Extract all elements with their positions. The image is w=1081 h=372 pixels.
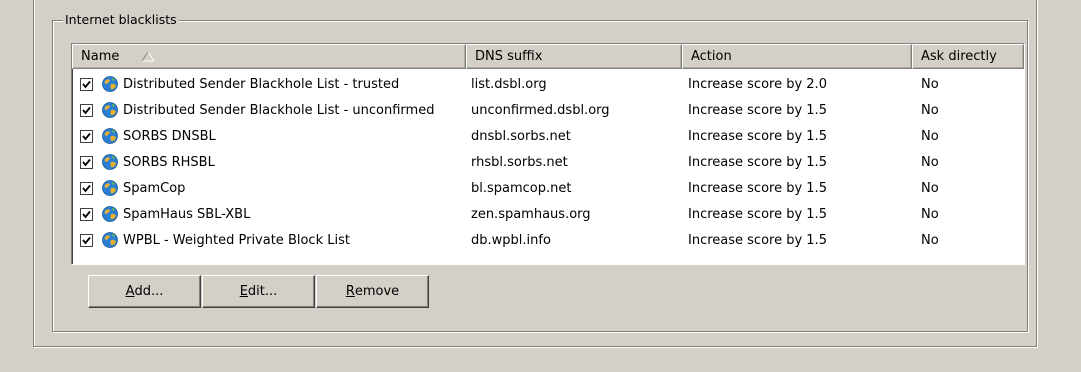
cell-dns-suffix: rhsbl.sorbs.net [471, 154, 568, 170]
checkmark-icon [82, 80, 91, 88]
row-checkbox[interactable] [80, 207, 93, 221]
cell-ask-directly: No [921, 102, 939, 118]
remove-mnemonic: R [345, 284, 355, 299]
table-row[interactable]: SpamCop bl.spamcop.net Increase score by 1… [72, 175, 1024, 201]
checkmark-icon [82, 184, 91, 192]
table-row[interactable]: Distributed Sender Blackhole List - unco… [72, 97, 1024, 123]
row-checkbox[interactable] [80, 103, 93, 117]
cell-name: SpamCop [72, 179, 466, 197]
column-header-label: Name [81, 49, 120, 64]
table-row[interactable]: SpamHaus SBL-XBL zen.spamhaus.org Increase… [72, 201, 1024, 227]
table-row[interactable]: SORBS RHSBL rhsbl.sorbs.net Increase score… [72, 149, 1024, 175]
cell-name: Distributed Sender Blackhole List - unco… [72, 101, 466, 119]
listview-header: Name DNS suffix Action Ask directly [72, 44, 1024, 69]
globe-icon [102, 154, 118, 170]
cell-name: SpamHaus SBL-XBL [72, 205, 466, 223]
cell-name: SORBS DNSBL [72, 127, 466, 145]
cell-action: Increase score by 1.5 [688, 232, 827, 248]
add-button[interactable]: Add... [88, 275, 201, 308]
row-checkbox[interactable] [80, 77, 93, 91]
sort-ascending-icon [141, 51, 155, 62]
remove-label-rest: emove [354, 284, 400, 299]
table-row[interactable]: WPBL - Weighted Private Block List db.wpb… [72, 227, 1024, 253]
globe-icon [102, 232, 118, 248]
globe-icon [102, 102, 118, 118]
listview-rows: Distributed Sender Blackhole List - trus… [72, 69, 1024, 253]
blacklist-listview[interactable]: Name DNS suffix Action Ask directly Dist… [71, 43, 1025, 265]
checkmark-icon [82, 106, 91, 114]
row-name: SORBS RHSBL [123, 154, 215, 170]
column-header-ask-directly[interactable]: Ask directly [912, 44, 1024, 69]
column-header-dns-suffix[interactable]: DNS suffix [466, 44, 682, 69]
cell-name: Distributed Sender Blackhole List - trus… [72, 75, 466, 93]
add-mnemonic: A [125, 284, 135, 299]
column-header-name[interactable]: Name [72, 44, 466, 69]
cell-dns-suffix: db.wpbl.info [471, 232, 551, 248]
cell-dns-suffix: zen.spamhaus.org [471, 206, 591, 222]
row-name: Distributed Sender Blackhole List - unco… [123, 102, 435, 118]
cell-dns-suffix: dnsbl.sorbs.net [471, 128, 571, 144]
cell-action: Increase score by 1.5 [688, 128, 827, 144]
add-label-rest: dd... [134, 284, 164, 299]
cell-dns-suffix: bl.spamcop.net [471, 180, 572, 196]
row-checkbox[interactable] [80, 155, 93, 169]
globe-icon [102, 206, 118, 222]
row-name: Distributed Sender Blackhole List - trus… [123, 76, 400, 92]
globe-icon [102, 180, 118, 196]
cell-ask-directly: No [921, 128, 939, 144]
cell-action: Increase score by 2.0 [688, 76, 827, 92]
cell-ask-directly: No [921, 154, 939, 170]
checkmark-icon [82, 158, 91, 166]
row-checkbox[interactable] [80, 181, 93, 195]
checkmark-icon [82, 132, 91, 140]
cell-name: SORBS RHSBL [72, 153, 466, 171]
cell-action: Increase score by 1.5 [688, 102, 827, 118]
table-row[interactable]: Distributed Sender Blackhole List - trus… [72, 71, 1024, 97]
groupbox-title: Internet blacklists [63, 11, 179, 28]
row-name: SORBS DNSBL [123, 128, 216, 144]
edit-mnemonic: E [239, 284, 248, 299]
row-checkbox[interactable] [80, 233, 93, 247]
edit-button[interactable]: Edit... [202, 275, 315, 308]
row-checkbox[interactable] [80, 129, 93, 143]
cell-ask-directly: No [921, 232, 939, 248]
globe-icon [102, 76, 118, 92]
checkmark-icon [82, 236, 91, 244]
cell-name: WPBL - Weighted Private Block List [72, 231, 466, 249]
cell-ask-directly: No [921, 206, 939, 222]
table-row[interactable]: SORBS DNSBL dnsbl.sorbs.net Increase score… [72, 123, 1024, 149]
cell-ask-directly: No [921, 180, 939, 196]
cell-action: Increase score by 1.5 [688, 154, 827, 170]
edit-label-rest: dit... [247, 284, 278, 299]
cell-ask-directly: No [921, 76, 939, 92]
cell-action: Increase score by 1.5 [688, 206, 827, 222]
checkmark-icon [82, 210, 91, 218]
row-name: WPBL - Weighted Private Block List [123, 232, 350, 248]
column-header-action[interactable]: Action [682, 44, 912, 69]
cell-action: Increase score by 1.5 [688, 180, 827, 196]
globe-icon [102, 128, 118, 144]
row-name: SpamCop [123, 180, 186, 196]
remove-button[interactable]: Remove [316, 275, 429, 308]
row-name: SpamHaus SBL-XBL [123, 206, 251, 222]
cell-dns-suffix: unconfirmed.dsbl.org [471, 102, 610, 118]
cell-dns-suffix: list.dsbl.org [471, 76, 547, 92]
